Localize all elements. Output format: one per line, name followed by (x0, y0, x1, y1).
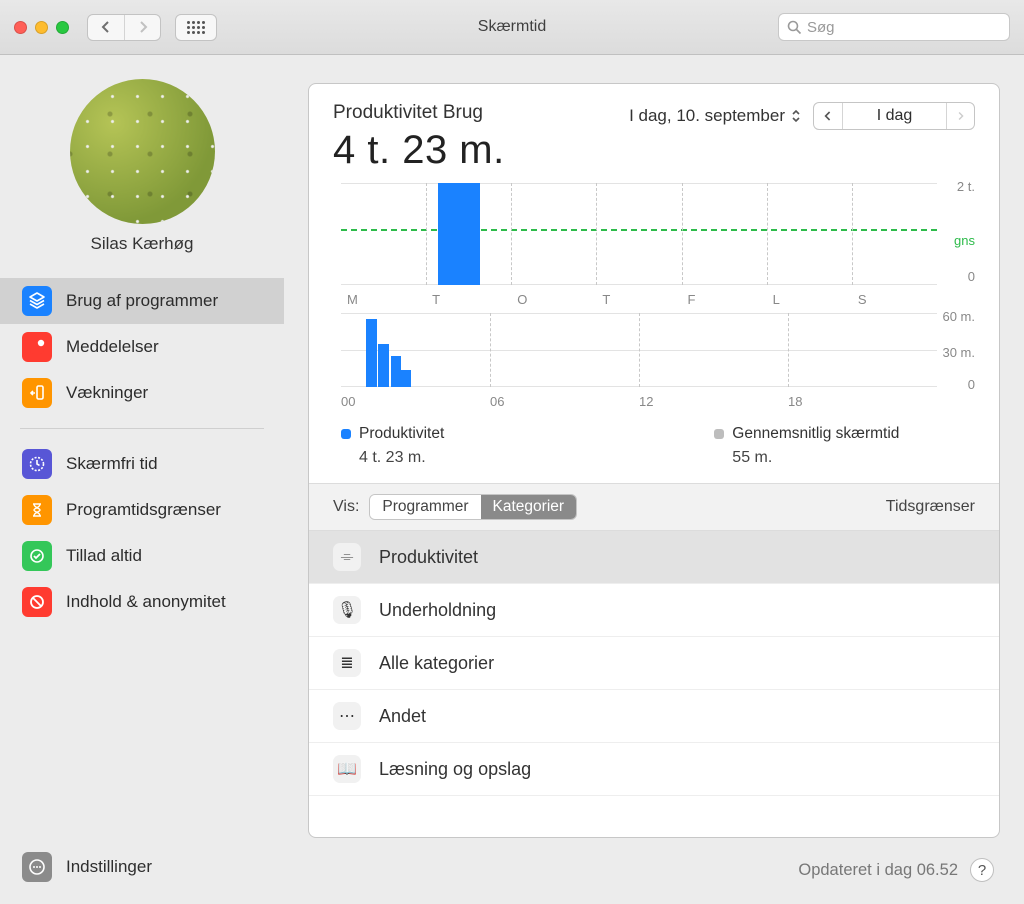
table-row[interactable]: ⌯Produktivitet4 t. 23 m. (309, 531, 999, 584)
avg-label: gns (954, 233, 975, 248)
total-time: 4 t. 23 m. (333, 128, 505, 173)
bars-hour (341, 313, 937, 387)
hourly-chart: 60 m. 30 m. 0 00061218 (333, 313, 975, 409)
table-header-bar: Vis: Programmer Kategorier Tid Tidsgræns… (309, 483, 999, 531)
minimize-window[interactable] (35, 21, 48, 34)
show-label: Vis: (333, 498, 359, 516)
search-icon (787, 20, 802, 35)
sidebar-item-downtime[interactable]: Skærmfri tid (0, 441, 284, 487)
user-name: Silas Kærhøg (91, 234, 194, 254)
xlabels-week: MTOTFLS (341, 289, 937, 307)
category-icon: ⌯ (333, 543, 361, 571)
weekly-chart: 2 t. 0 gns MTOTFLS (333, 183, 975, 307)
sidebar: Silas Kærhøg Brug af programmer Meddelel… (0, 55, 284, 904)
sidebar-item-app-limits[interactable]: Programtidsgrænser (0, 487, 284, 533)
chevron-updown-icon (791, 109, 801, 123)
footer: Opdateret i dag 06.52 ? (798, 858, 994, 882)
bars-week (341, 183, 937, 285)
ylabel-bot: 0 (968, 269, 975, 284)
ylabel-0: 0 (968, 377, 975, 392)
today-button[interactable]: I dag (842, 103, 946, 129)
today-segment: I dag (813, 102, 975, 130)
sidebar-item-label: Brug af programmer (66, 291, 218, 311)
category-icon: ⋯ (333, 702, 361, 730)
row-name: Alle kategorier (379, 653, 494, 674)
ylabel-30: 30 m. (942, 345, 975, 360)
table-row[interactable]: 🎙Underholdning3 t. 22 m. (309, 584, 999, 637)
table-row[interactable]: ≣Alle kategorier1 t. 50 m. (309, 637, 999, 690)
sidebar-item-settings[interactable]: Indstillinger (0, 844, 284, 890)
sidebar-item-label: Meddelelser (66, 337, 159, 357)
sidebar-item-label: Tillad altid (66, 546, 142, 566)
category-icon: 🎙 (333, 596, 361, 624)
close-window[interactable] (14, 21, 27, 34)
window-controls (14, 21, 69, 34)
sidebar-item-label: Indhold & anonymitet (66, 592, 226, 612)
col-limits: Tidsgrænser (886, 498, 975, 516)
sidebar-item-label: Skærmfri tid (66, 454, 158, 474)
legend-right-label: Gennemsnitlig skærmtid (732, 425, 899, 443)
date-picker[interactable]: I dag, 10. september (629, 106, 801, 126)
toolbar: Skærmtid Søg (0, 0, 1024, 55)
check-seal-icon (22, 541, 52, 571)
hourglass-icon (22, 495, 52, 525)
seg-programs[interactable]: Programmer (370, 495, 480, 519)
category-icon: ≣ (333, 649, 361, 677)
panel-title: Produktivitet Brug (333, 102, 505, 124)
sidebar-item-label: Programtidsgrænser (66, 500, 221, 520)
prev-day-button[interactable] (814, 103, 842, 129)
help-button[interactable]: ? (970, 858, 994, 882)
sidebar-item-always-allowed[interactable]: Tillad altid (0, 533, 284, 579)
legend-right-value: 55 m. (732, 449, 899, 467)
category-icon: 📖 (333, 755, 361, 783)
back-button[interactable] (88, 15, 124, 40)
layers-icon (22, 286, 52, 316)
sidebar-nav: Brug af programmer Meddelelser Vækninger (0, 278, 284, 625)
ylabel-60: 60 m. (942, 309, 975, 324)
no-entry-icon (22, 587, 52, 617)
sidebar-item-content-privacy[interactable]: Indhold & anonymitet (0, 579, 284, 625)
xlabels-hour: 00061218 (341, 391, 937, 409)
ylabel-top: 2 t. (957, 179, 975, 194)
category-rows: ⌯Produktivitet4 t. 23 m.🎙Underholdning3 … (309, 531, 999, 837)
back-forward-segment (87, 14, 161, 41)
forward-button[interactable] (124, 15, 160, 40)
legend: Produktivitet 4 t. 23 m. Gennemsnitlig s… (309, 419, 999, 483)
row-name: Produktivitet (379, 547, 478, 568)
clock-icon (22, 449, 52, 479)
user-profile[interactable]: Silas Kærhøg (0, 75, 284, 278)
avatar (70, 79, 215, 224)
search-placeholder: Søg (807, 19, 835, 36)
show-all-button[interactable] (175, 14, 217, 41)
sidebar-item-pickups[interactable]: Vækninger (0, 370, 284, 416)
search-input[interactable]: Søg (778, 13, 1010, 41)
pickup-icon (22, 378, 52, 408)
sidebar-item-label: Vækninger (66, 383, 148, 403)
legend-left-label: Produktivitet (359, 425, 444, 443)
sidebar-item-notifications[interactable]: Meddelelser (0, 324, 284, 370)
table-row[interactable]: ⋯Andet1 t. 9 m. (309, 690, 999, 743)
charts: 2 t. 0 gns MTOTFLS 60 m. 30 m. 0 000612 (309, 179, 999, 419)
sidebar-divider (20, 428, 264, 429)
main-area: Produktivitet Brug 4 t. 23 m. I dag, 10.… (284, 55, 1024, 904)
row-name: Andet (379, 706, 426, 727)
sidebar-item-app-usage[interactable]: Brug af programmer (0, 278, 284, 324)
table-row[interactable]: 📖Læsning og opslag6 m. (309, 743, 999, 796)
sidebar-item-label: Indstillinger (66, 857, 152, 877)
seg-categories[interactable]: Kategorier (481, 495, 577, 519)
row-name: Underholdning (379, 600, 496, 621)
next-day-button[interactable] (946, 103, 974, 129)
ellipsis-icon (22, 852, 52, 882)
view-segment: Programmer Kategorier (369, 494, 577, 520)
panel-header: Produktivitet Brug 4 t. 23 m. I dag, 10.… (309, 84, 999, 179)
legend-left-value: 4 t. 23 m. (359, 449, 444, 467)
search-field-container: Søg (778, 13, 1010, 41)
usage-panel: Produktivitet Brug 4 t. 23 m. I dag, 10.… (308, 83, 1000, 838)
updated-label: Opdateret i dag 06.52 (798, 861, 958, 880)
row-name: Læsning og opslag (379, 759, 531, 780)
date-picker-label: I dag, 10. september (629, 106, 785, 126)
zoom-window[interactable] (56, 21, 69, 34)
badge-icon (22, 332, 52, 362)
